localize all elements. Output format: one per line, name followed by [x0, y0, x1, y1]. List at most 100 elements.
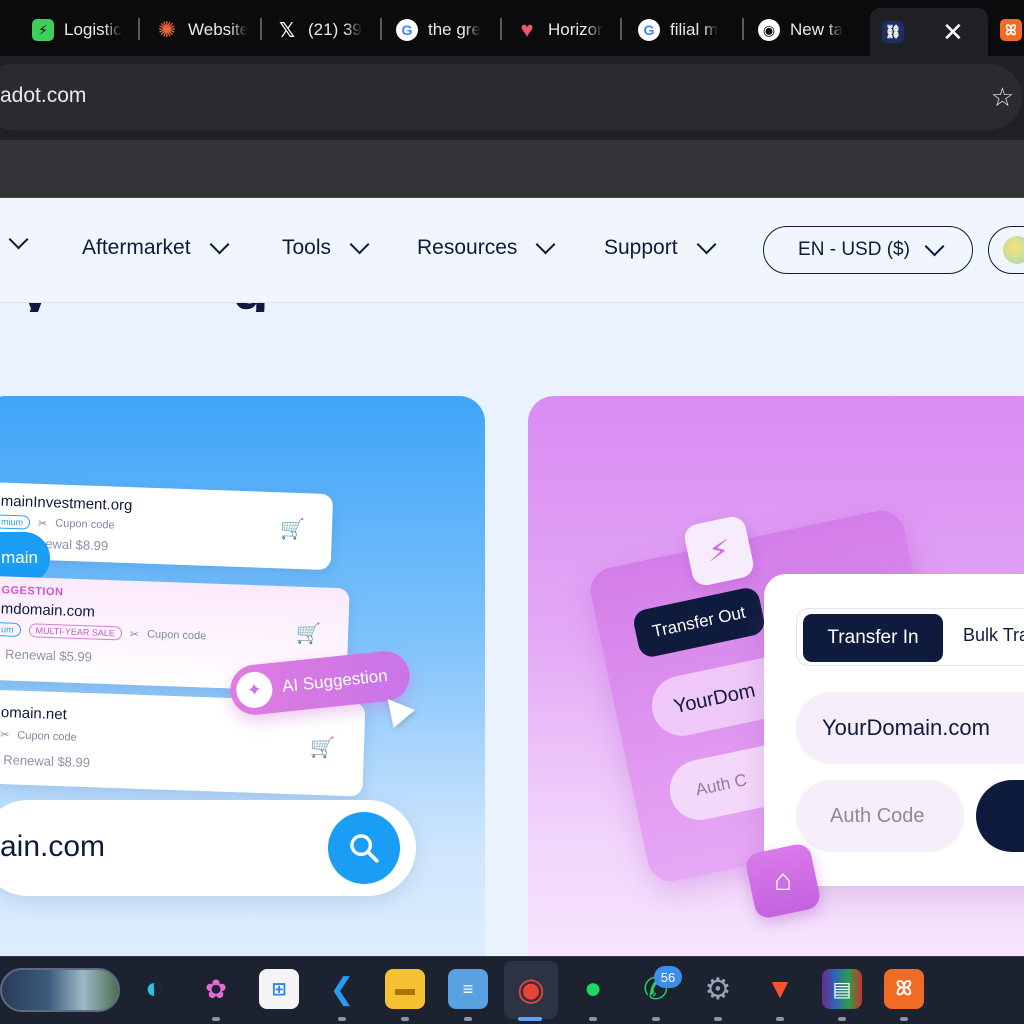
tab-separator	[620, 18, 622, 40]
bookmark-star-icon[interactable]: ☆	[991, 82, 1014, 113]
web-page: y g Aftermarket Tools Resources Support …	[0, 198, 1024, 956]
tab-title: (21) 39	[308, 20, 362, 39]
multi-year-sale-tag: MULTI-YEAR SALE	[28, 623, 123, 641]
sunburst-icon: ✺	[157, 17, 177, 42]
running-indicator	[900, 1017, 908, 1021]
brave-icon[interactable]: ▼	[760, 969, 800, 1009]
transfer-mode-toggle: Transfer In Bulk Tra	[796, 608, 1024, 666]
vscode-icon[interactable]: ❮	[322, 969, 362, 1009]
tab-transfer-in[interactable]: Transfer In	[803, 614, 943, 662]
nav-item-tools[interactable]: Tools	[282, 234, 370, 260]
google-icon: G	[396, 19, 418, 41]
tab-bulk-transfer[interactable]: Bulk Tra	[963, 625, 1024, 646]
copilot-icon[interactable]: ✿	[196, 969, 236, 1009]
search-input[interactable]: ain.com	[0, 830, 105, 864]
premium-tag: um	[0, 622, 21, 637]
search-button[interactable]	[328, 812, 400, 884]
tab-title: New ta	[790, 20, 843, 39]
tab-strip: ⚡ Logistic ✺ Website 𝕏 (21) 39 G the gre…	[0, 0, 1024, 56]
xampp-icon[interactable]: ꕤ	[884, 969, 924, 1009]
sparkle-icon: ✦	[234, 670, 275, 710]
taskbar: ◐ ✿ ⊞ ❮ ▬ ≡ ◉ ● ✆ ⚙ ▼ ▤ ꕤ	[0, 956, 1024, 1024]
running-indicator	[212, 1017, 220, 1021]
scissors-icon: ✂	[129, 628, 140, 641]
tab-website[interactable]: ✺ Website	[156, 10, 248, 50]
storefront-badge: ⌂	[743, 841, 823, 921]
result-renewal: ewal $8.99	[45, 536, 109, 554]
running-indicator	[776, 1017, 784, 1021]
running-indicator	[401, 1017, 409, 1021]
heart-icon: ♥	[520, 17, 534, 42]
nav-label: Tools	[282, 236, 332, 259]
tab-separator	[742, 18, 744, 40]
chevron-down-icon	[696, 234, 716, 255]
tab-title: Website	[188, 20, 248, 39]
storefront-icon: ⌂	[773, 864, 793, 897]
tab-x[interactable]: 𝕏 (21) 39	[276, 10, 362, 50]
spotify-icon[interactable]: ●	[573, 969, 613, 1009]
transfer-out-tab: Transfer Out	[631, 585, 767, 660]
edge-icon[interactable]: ◐	[134, 969, 174, 1009]
notification-badge: 56	[654, 966, 682, 988]
domain-search-bar[interactable]: ain.com	[0, 800, 416, 896]
file-explorer-icon[interactable]: ▬	[385, 969, 425, 1009]
store-icon[interactable]: ⊞	[259, 969, 299, 1009]
address-url[interactable]: adot.com	[0, 84, 86, 108]
nav-label: Aftermarket	[82, 236, 191, 259]
account-button[interactable]	[988, 226, 1024, 274]
tab-separator	[500, 18, 502, 40]
address-bar[interactable]: adot.com ☆	[0, 64, 1022, 130]
transfer-form-panel: Transfer In Bulk Tra YourDomain.com Auth…	[764, 574, 1024, 886]
auth-code-input[interactable]: Auth Code	[796, 780, 964, 852]
tab-separator	[380, 18, 382, 40]
lightning-icon: ⚡	[708, 534, 730, 568]
running-indicator	[338, 1017, 346, 1021]
running-indicator	[714, 1017, 722, 1021]
tab-active[interactable]: ⛓ ✕	[870, 8, 988, 56]
result-domain: mdomain.com	[0, 600, 96, 621]
nav-item-support[interactable]: Support	[604, 234, 716, 260]
xampp-icon: ꕤ	[1000, 19, 1022, 41]
tab-separator	[138, 18, 140, 40]
nav-item-hidden[interactable]	[0, 229, 29, 250]
tab-new-tab[interactable]: ◉ New ta	[758, 10, 843, 50]
tab-horizon[interactable]: ♥ Horizor	[516, 10, 602, 50]
tab-title: filial m	[670, 20, 719, 39]
language-currency-button[interactable]: EN - USD ($)	[763, 226, 973, 274]
tab-google-2[interactable]: G filial m	[638, 10, 718, 50]
running-indicator	[464, 1017, 472, 1021]
cart-icon[interactable]: 🛒	[309, 735, 336, 761]
transfer-domain-input[interactable]: YourDomain.com	[796, 692, 1024, 764]
cart-icon[interactable]: 🛒	[296, 621, 322, 647]
tab-google-1[interactable]: G the gre	[396, 10, 481, 50]
x-logo-icon: 𝕏	[278, 19, 296, 42]
tab-logistic[interactable]: ⚡ Logistic	[32, 10, 122, 50]
cart-icon[interactable]: 🛒	[280, 516, 306, 542]
result-meta: mium ✂ Cupon code	[0, 514, 115, 532]
result-renewal: Renewal $8.99	[3, 752, 91, 771]
close-tab-icon[interactable]: ✕	[942, 17, 964, 48]
chevron-down-icon	[209, 234, 229, 255]
transfer-submit-button[interactable]	[976, 780, 1024, 852]
notepad-icon[interactable]: ≡	[448, 969, 488, 1009]
link-icon: ⛓	[882, 21, 904, 43]
site-nav: Aftermarket Tools Resources Support EN -…	[0, 198, 1024, 302]
result-renewal: Renewal $5.99	[4, 646, 93, 665]
nav-item-aftermarket[interactable]: Aftermarket	[82, 234, 229, 260]
scissors-icon: ✂	[0, 729, 10, 742]
running-indicator	[838, 1017, 846, 1021]
result-meta: ✂ Cupon code	[0, 728, 77, 744]
tab-xampp[interactable]: ꕤ	[1000, 10, 1022, 50]
taskbar-active-indicator	[518, 1017, 542, 1021]
tab-separator	[260, 18, 262, 40]
chrome-icon[interactable]: ◉	[511, 969, 551, 1009]
chevron-down-icon	[8, 229, 29, 250]
nav-item-resources[interactable]: Resources	[417, 234, 556, 260]
result-domain: omain.net	[0, 704, 68, 724]
settings-icon[interactable]: ⚙	[698, 969, 738, 1009]
weather-widget[interactable]	[0, 968, 120, 1012]
chevron-down-icon	[349, 234, 370, 255]
scissors-icon: ✂	[37, 517, 48, 530]
winrar-icon[interactable]: ▤	[822, 969, 862, 1009]
coupon-label: Cupon code	[55, 517, 115, 532]
